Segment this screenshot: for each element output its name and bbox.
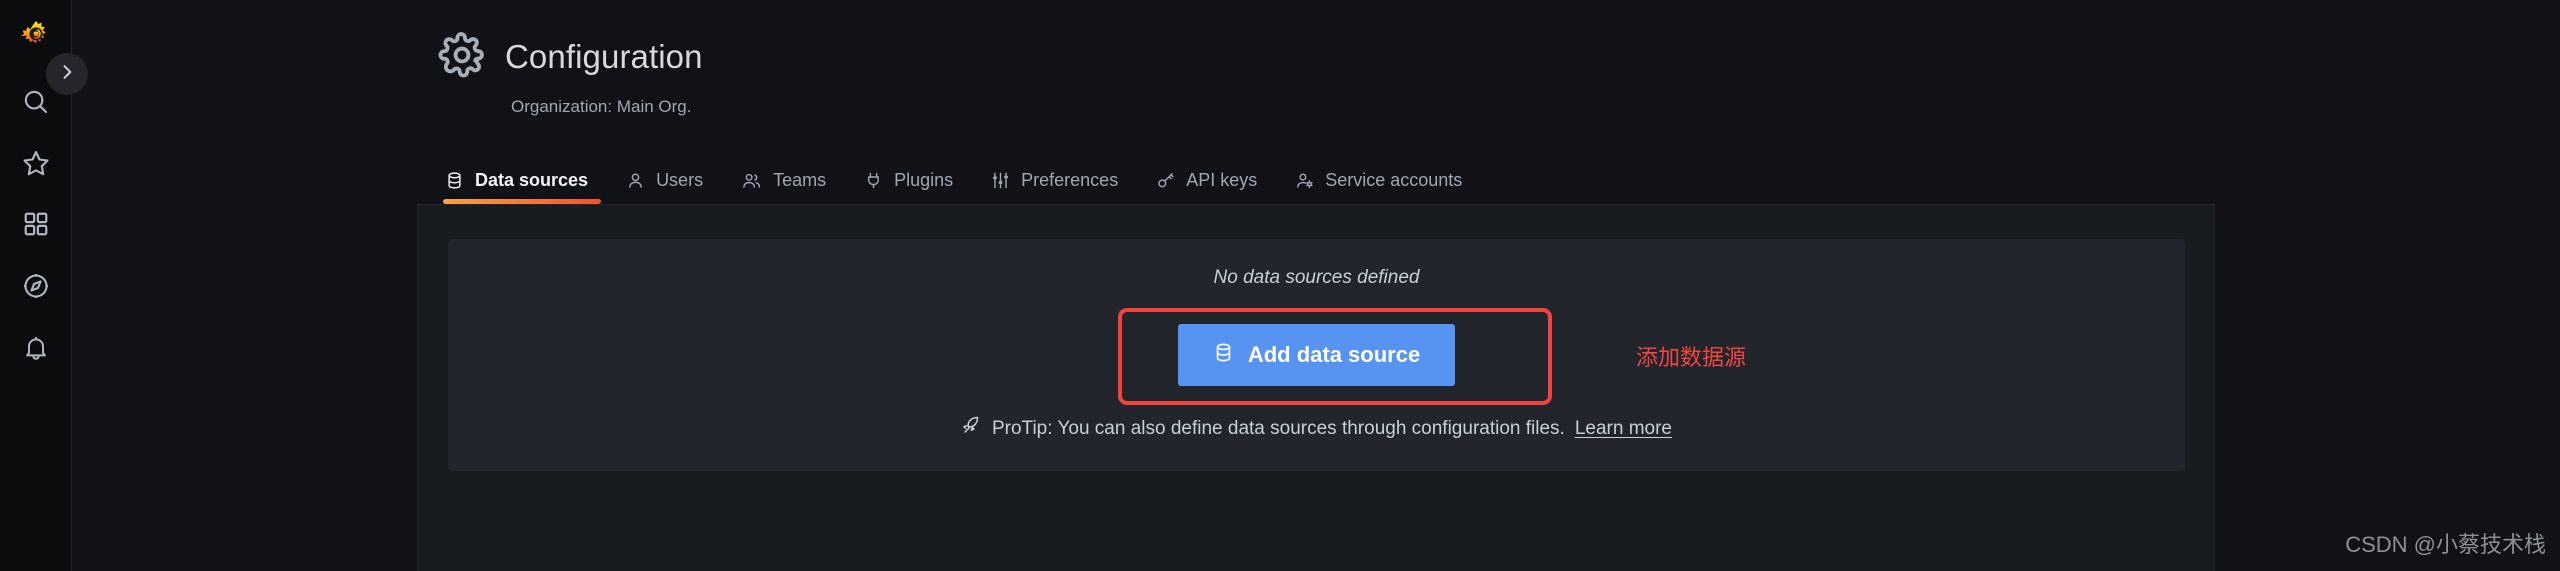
protip-text: ProTip: You can also define data sources… <box>991 417 1565 439</box>
users-icon <box>741 171 762 190</box>
tab-service-accounts[interactable]: Service accounts <box>1276 170 1481 204</box>
protip-row: ProTip: You can also define data sources… <box>448 415 2185 442</box>
grafana-logo-icon <box>19 19 53 53</box>
main-sidebar <box>0 0 88 571</box>
tab-label: Data sources <box>475 170 589 190</box>
configuration-tabbar: Data sources Users Teams Plugins Prefere… <box>437 158 1481 204</box>
tab-data-sources[interactable]: Data sources <box>437 170 607 204</box>
dashboards-grid-icon <box>22 210 50 238</box>
tab-label: Preferences <box>1021 170 1119 190</box>
tab-plugins[interactable]: Plugins <box>845 170 972 204</box>
tab-label: Service accounts <box>1325 170 1463 190</box>
user-icon <box>626 171 645 190</box>
page-header: Configuration Organization: Main Org. <box>437 30 1637 117</box>
page-title: Configuration <box>505 38 703 76</box>
add-data-source-label: Add data source <box>1247 342 1421 367</box>
grafana-configuration-page: Configuration Organization: Main Org. Da… <box>0 0 2560 571</box>
sidebar-item-explore[interactable] <box>0 256 72 316</box>
sidebar-toggle-button[interactable] <box>46 53 88 95</box>
sidebar-item-dashboards[interactable] <box>0 194 72 254</box>
tab-users[interactable]: Users <box>607 170 722 204</box>
key-icon <box>1156 171 1175 190</box>
database-icon <box>1213 342 1234 369</box>
empty-state-title: No data sources defined <box>1213 267 1420 288</box>
add-data-source-button[interactable]: Add data source <box>1178 324 1455 386</box>
tab-teams[interactable]: Teams <box>722 170 845 204</box>
learn-more-link[interactable]: Learn more <box>1575 418 1672 440</box>
compass-icon <box>21 271 51 301</box>
tab-api-keys[interactable]: API keys <box>1137 170 1276 204</box>
tab-preferences[interactable]: Preferences <box>972 170 1137 204</box>
gear-icon <box>437 30 487 85</box>
sliders-icon <box>991 171 1010 190</box>
title-row: Configuration <box>437 30 1637 85</box>
tab-label: Teams <box>773 170 827 190</box>
tab-label: Users <box>656 170 704 190</box>
rocket-icon <box>961 415 982 442</box>
annotation-label: 添加数据源 <box>1636 345 1747 370</box>
chevron-right-icon <box>57 62 77 87</box>
user-gear-icon <box>1295 171 1314 190</box>
tab-label: API keys <box>1186 170 1258 190</box>
sidebar-item-alerting[interactable] <box>0 318 72 378</box>
star-icon <box>21 148 51 178</box>
search-icon <box>21 87 51 117</box>
page-subtitle: Organization: Main Org. <box>511 97 692 116</box>
plug-icon <box>864 171 883 190</box>
tab-label: Plugins <box>894 170 954 190</box>
watermark: CSDN @小蔡技术栈 <box>2345 532 2546 557</box>
sidebar-item-starred[interactable] <box>0 133 72 193</box>
bell-icon <box>22 334 50 362</box>
database-icon <box>445 171 464 190</box>
